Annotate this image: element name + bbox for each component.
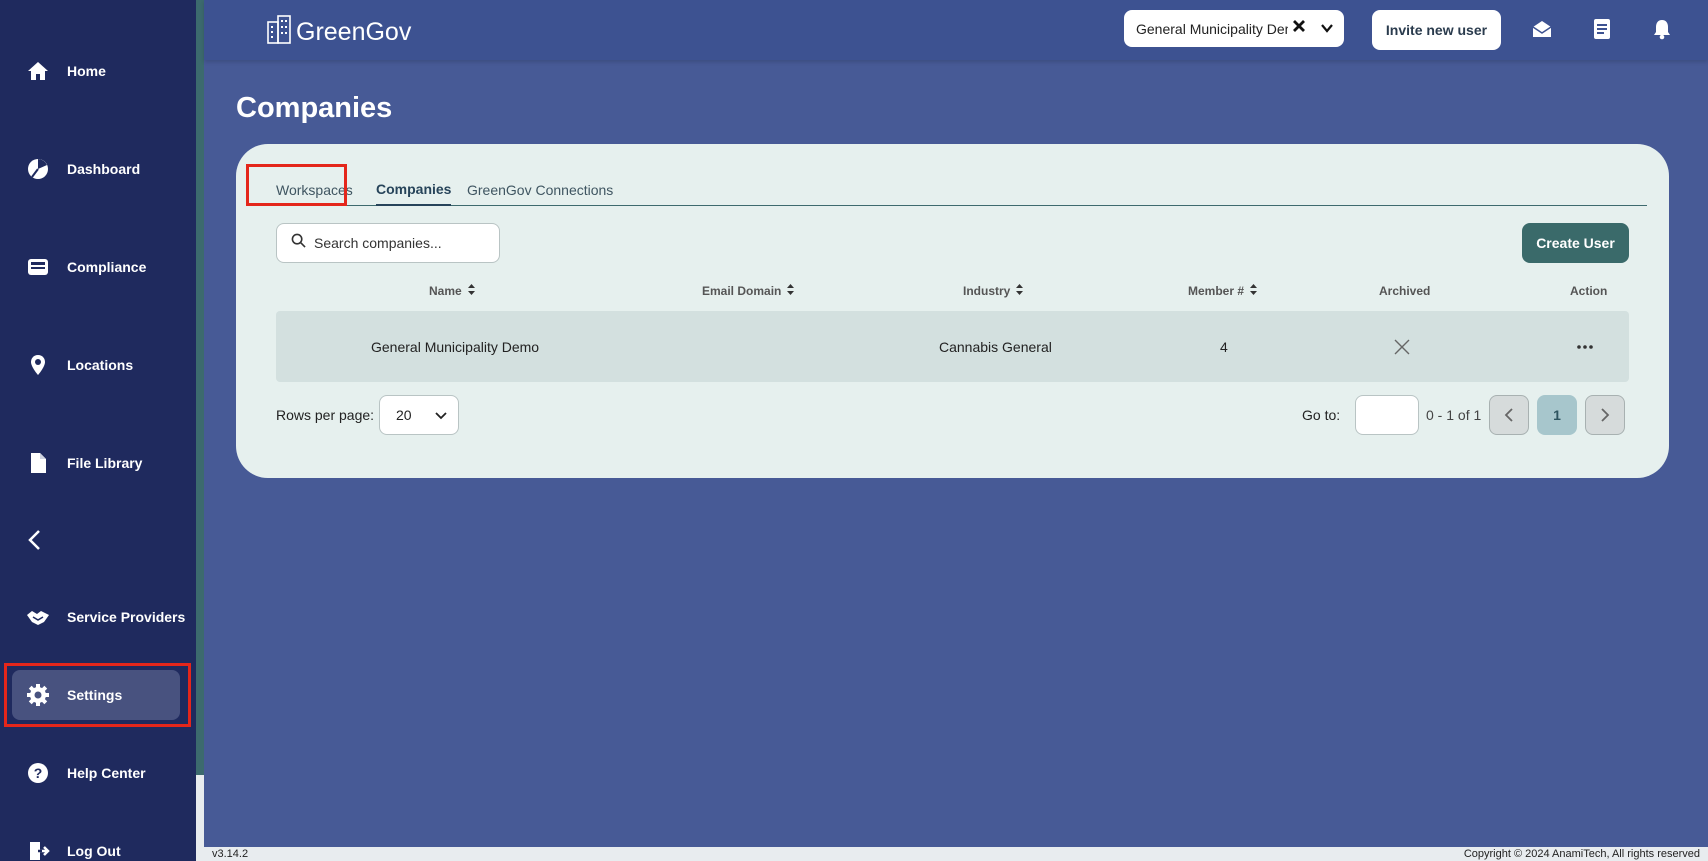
- more-icon[interactable]: [1576, 311, 1594, 382]
- sidebar-item-label: Service Providers: [67, 609, 186, 625]
- clear-icon[interactable]: [1292, 19, 1306, 36]
- workspaces-highlight-box: [246, 164, 347, 206]
- bell-icon[interactable]: [1650, 17, 1674, 41]
- sidebar-item-label: Home: [67, 63, 106, 79]
- sidebar-item-dashboard[interactable]: Dashboard: [0, 144, 196, 194]
- previous-page-button[interactable]: [1489, 395, 1529, 435]
- column-header-member-count[interactable]: Member #: [1188, 284, 1258, 298]
- mail-icon[interactable]: [1530, 17, 1554, 41]
- building-icon: [266, 14, 292, 51]
- page-button-current[interactable]: 1: [1537, 395, 1577, 435]
- x-icon: [1394, 311, 1410, 382]
- column-header-action: Action: [1570, 284, 1608, 298]
- sidebar-item-label: File Library: [67, 455, 143, 471]
- pie-chart-icon: [26, 157, 50, 181]
- organization-select-value: General Municipality Demo: [1136, 20, 1288, 37]
- location-pin-icon: [26, 353, 50, 377]
- sidebar: Home Dashboard Compliance Locations File…: [0, 0, 196, 861]
- chevron-left-icon: [1504, 408, 1513, 422]
- cell-company-name: General Municipality Demo: [371, 338, 540, 355]
- collapse-sidebar-button[interactable]: [22, 525, 46, 555]
- page-title: Companies: [236, 92, 393, 124]
- sidebar-item-label: Log Out: [67, 843, 121, 859]
- column-header-industry[interactable]: Industry: [963, 284, 1024, 298]
- sidebar-item-label: Locations: [67, 357, 134, 373]
- companies-card: Workspaces Companies GreenGov Connection…: [236, 144, 1669, 478]
- sidebar-item-help-center[interactable]: ? Help Center: [0, 748, 196, 798]
- cell-member-count: 4: [1220, 338, 1228, 355]
- organization-select[interactable]: General Municipality Demo: [1124, 10, 1344, 47]
- handshake-icon: [26, 605, 50, 629]
- file-icon: [26, 451, 50, 475]
- next-page-button[interactable]: [1585, 395, 1625, 435]
- chevron-right-icon: [1601, 408, 1610, 422]
- chevron-down-icon: [434, 408, 448, 425]
- footer: v3.14.2 Copyright © 2024 AnamiTech, All …: [204, 847, 1708, 861]
- search-icon: [291, 233, 306, 253]
- sidebar-item-home[interactable]: Home: [0, 46, 196, 96]
- sidebar-item-compliance[interactable]: Compliance: [0, 242, 196, 292]
- column-header-email-domain[interactable]: Email Domain: [702, 284, 795, 298]
- rows-per-page-select[interactable]: 20: [379, 395, 459, 435]
- invite-user-button[interactable]: Invite new user: [1372, 10, 1501, 50]
- settings-highlight-box: [4, 663, 191, 727]
- pagination-info: 0 - 1 of 1: [1426, 407, 1482, 423]
- rows-per-page-value: 20: [396, 407, 412, 423]
- home-icon: [26, 59, 50, 83]
- tab-greengov-connections[interactable]: GreenGov Connections: [467, 174, 613, 206]
- sidebar-item-log-out[interactable]: Log Out: [0, 826, 196, 861]
- sidebar-item-locations[interactable]: Locations: [0, 340, 196, 390]
- sidebar-border: [196, 0, 204, 861]
- goto-label: Go to:: [1302, 407, 1341, 423]
- sort-icon: [1250, 284, 1258, 298]
- sort-icon: [787, 284, 795, 298]
- sidebar-item-file-library[interactable]: File Library: [0, 438, 196, 488]
- column-header-name[interactable]: Name: [429, 284, 475, 298]
- search-input[interactable]: [314, 235, 484, 251]
- rows-per-page-label: Rows per page:: [276, 407, 375, 423]
- app-version: v3.14.2: [212, 848, 249, 860]
- create-user-button[interactable]: Create User: [1522, 223, 1629, 263]
- chevron-down-icon[interactable]: [1319, 20, 1335, 39]
- sidebar-item-label: Help Center: [67, 765, 146, 781]
- tab-bar: Workspaces Companies GreenGov Connection…: [258, 174, 1647, 206]
- document-icon[interactable]: [1590, 17, 1614, 41]
- sort-icon: [467, 284, 475, 298]
- logout-icon: [26, 839, 50, 861]
- top-bar: GreenGov General Municipality Demo Invit…: [204, 0, 1708, 60]
- cell-industry: Cannabis General: [939, 338, 1052, 355]
- column-header-archived: Archived: [1379, 284, 1431, 298]
- sidebar-item-label: Dashboard: [67, 161, 141, 177]
- sidebar-item-label: Compliance: [67, 259, 147, 275]
- chevron-left-icon: [28, 530, 40, 550]
- tab-companies[interactable]: Companies: [376, 174, 452, 206]
- app-name: GreenGov: [296, 18, 412, 46]
- svg-text:?: ?: [34, 765, 43, 781]
- goto-page-input[interactable]: [1355, 395, 1419, 435]
- copyright-text: Copyright © 2024 AnamiTech, All rights r…: [1463, 848, 1700, 860]
- inbox-icon: [26, 255, 50, 279]
- app-logo[interactable]: GreenGov: [266, 14, 411, 51]
- sidebar-item-service-providers[interactable]: Service Providers: [0, 592, 196, 642]
- sort-icon: [1016, 284, 1024, 298]
- help-icon: ?: [26, 761, 50, 785]
- search-field[interactable]: [276, 223, 500, 263]
